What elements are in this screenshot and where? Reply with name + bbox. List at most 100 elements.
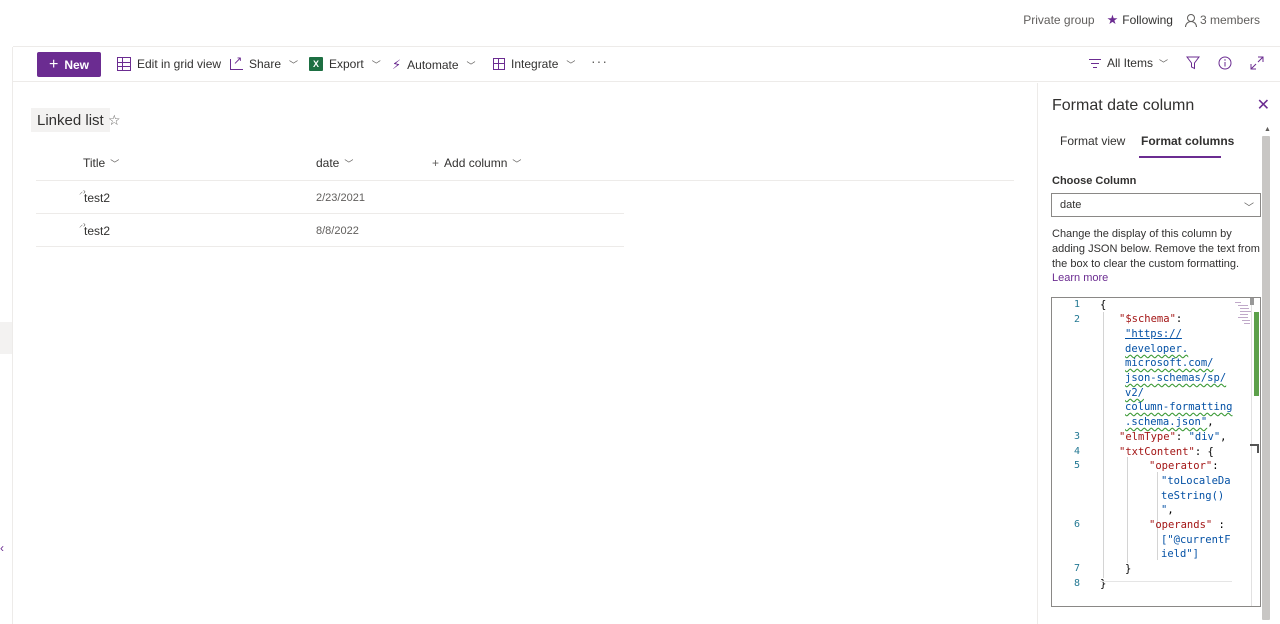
- following-label: Following: [1122, 13, 1173, 27]
- site-header: Private group ★ Following 3 members: [0, 0, 1280, 46]
- new-button-label: New: [64, 57, 90, 72]
- integrate-icon: [493, 58, 505, 70]
- star-filled-icon: ★: [1106, 12, 1119, 27]
- grid-icon: [117, 57, 131, 71]
- code-token: .schema.json",: [1125, 416, 1214, 428]
- schema-link[interactable]: json-schemas/sp/: [1125, 371, 1226, 386]
- add-column-label: Add column: [444, 156, 508, 170]
- json-key: "operands": [1149, 519, 1213, 531]
- view-switcher[interactable]: All Items ﹀: [1088, 56, 1168, 70]
- code-token: ",: [1161, 504, 1174, 516]
- editor-minimap[interactable]: [1235, 300, 1251, 326]
- json-value: "div": [1188, 431, 1221, 443]
- view-controls: All Items ﹀: [1088, 56, 1264, 70]
- scroll-up-icon[interactable]: ▲: [1264, 126, 1271, 133]
- schema-link[interactable]: column-formatting: [1125, 400, 1232, 415]
- json-value: ["@currentF: [1161, 534, 1231, 546]
- column-select[interactable]: date ﹀: [1051, 193, 1261, 217]
- format-column-panel: Format date column ✕ Format view Format …: [1037, 83, 1280, 624]
- code-token: }: [1100, 578, 1107, 590]
- line-number: 5: [1074, 460, 1081, 471]
- filter-icon[interactable]: [1186, 56, 1200, 70]
- share-icon: [230, 54, 243, 70]
- schema-link[interactable]: .schema.json": [1125, 416, 1207, 428]
- tab-format-view[interactable]: Format view: [1060, 134, 1125, 148]
- close-icon[interactable]: ✕: [1257, 95, 1270, 115]
- row-title[interactable]: test2: [84, 191, 110, 205]
- json-key: "txtContent": [1119, 446, 1195, 458]
- line-number: 8: [1074, 578, 1081, 589]
- json-editor[interactable]: 1 2 3 4 5 6 7 8 { "$schema": "https:// d…: [1051, 297, 1261, 607]
- column-date-label: date: [316, 156, 340, 170]
- code-token: "operator":: [1149, 460, 1219, 472]
- column-header-title[interactable]: Title ﹀: [83, 156, 119, 170]
- row-title[interactable]: test2: [84, 224, 110, 238]
- automate-label: Automate: [407, 58, 459, 72]
- share-button[interactable]: Share ﹀: [230, 54, 299, 71]
- format-description: Change the display of this column by add…: [1052, 228, 1260, 270]
- chevron-down-icon: ﹀: [466, 60, 476, 71]
- members-button[interactable]: 3 members: [1184, 13, 1260, 27]
- column-header-date[interactable]: date ﹀: [316, 156, 353, 170]
- table-row[interactable]: ⸝› test2 8/8/2022: [36, 214, 624, 247]
- json-key: "operator": [1149, 460, 1213, 472]
- indent-guide: [1157, 472, 1158, 560]
- schema-link[interactable]: v2/: [1125, 386, 1144, 401]
- left-nav-tab[interactable]: [0, 322, 12, 354]
- line-number: 2: [1074, 314, 1081, 325]
- code-token: {: [1100, 299, 1107, 311]
- command-bar: + New Edit in grid view Share ﹀ X Export…: [13, 46, 1280, 82]
- expand-nav-chevron-icon[interactable]: ‹: [0, 541, 4, 555]
- json-key: "$schema": [1119, 313, 1176, 325]
- list-title[interactable]: Linked list: [31, 108, 110, 132]
- code-area[interactable]: { "$schema": "https:// developer. micros…: [1100, 298, 1240, 606]
- add-column-button[interactable]: + Add column ﹀: [432, 156, 521, 170]
- integrate-button[interactable]: Integrate ﹀: [493, 57, 575, 71]
- line-number: 3: [1074, 431, 1081, 442]
- integrate-label: Integrate: [511, 57, 559, 71]
- chevron-down-icon: ﹀: [1158, 58, 1168, 69]
- chevron-down-icon: ﹀: [566, 59, 576, 70]
- export-label: Export: [329, 57, 364, 71]
- more-commands-button[interactable]: ···: [591, 53, 608, 69]
- automate-button[interactable]: ⚡ Automate ﹀: [392, 57, 476, 73]
- choose-column-label: Choose Column: [1052, 175, 1137, 187]
- schema-link[interactable]: "https://: [1125, 327, 1182, 342]
- row-date: 8/8/2022: [316, 225, 359, 237]
- active-tab-indicator: [1139, 156, 1221, 158]
- column-select-value: date: [1060, 199, 1082, 211]
- following-button[interactable]: ★ Following: [1107, 12, 1173, 28]
- tab-format-columns[interactable]: Format columns: [1141, 134, 1234, 148]
- row-date: 2/23/2021: [316, 192, 365, 204]
- export-button[interactable]: X Export ﹀: [309, 57, 381, 71]
- code-token: "operands" :: [1149, 519, 1225, 531]
- editor-scroll-thumb[interactable]: [1250, 298, 1254, 305]
- favorite-star-icon[interactable]: ☆: [108, 112, 121, 129]
- panel-scrollbar[interactable]: [1262, 136, 1270, 620]
- share-label: Share: [249, 57, 282, 71]
- plus-icon: +: [432, 156, 440, 170]
- excel-icon: X: [309, 57, 323, 71]
- line-number: 4: [1074, 446, 1081, 457]
- line-number: 1: [1074, 299, 1081, 310]
- code-token: "elmType": "div",: [1119, 431, 1227, 443]
- indent-guide: [1103, 312, 1104, 578]
- code-token: "txtContent": {: [1119, 446, 1214, 458]
- line-number-gutter: 1 2 3 4 5 6 7 8: [1052, 298, 1097, 606]
- editor-change-marker: [1254, 312, 1259, 396]
- chevron-down-icon: ﹀: [371, 59, 381, 70]
- left-rail-divider: [12, 47, 13, 624]
- schema-link[interactable]: developer.: [1125, 342, 1188, 357]
- json-value: "toLocaleDa: [1161, 475, 1231, 487]
- flow-icon: ⚡: [392, 57, 402, 72]
- schema-link[interactable]: microsoft.com/: [1125, 356, 1214, 371]
- chevron-down-icon: ﹀: [289, 59, 299, 70]
- expand-icon[interactable]: [1250, 56, 1264, 70]
- new-button[interactable]: + New: [37, 52, 101, 77]
- edit-grid-view-button[interactable]: Edit in grid view: [117, 57, 221, 71]
- table-row[interactable]: ⸝› test2 2/23/2021: [36, 181, 624, 214]
- learn-more-link[interactable]: Learn more: [1052, 272, 1108, 284]
- editor-cursor-marker: [1257, 444, 1259, 453]
- chevron-down-icon: ﹀: [110, 158, 120, 169]
- info-icon[interactable]: [1218, 56, 1232, 70]
